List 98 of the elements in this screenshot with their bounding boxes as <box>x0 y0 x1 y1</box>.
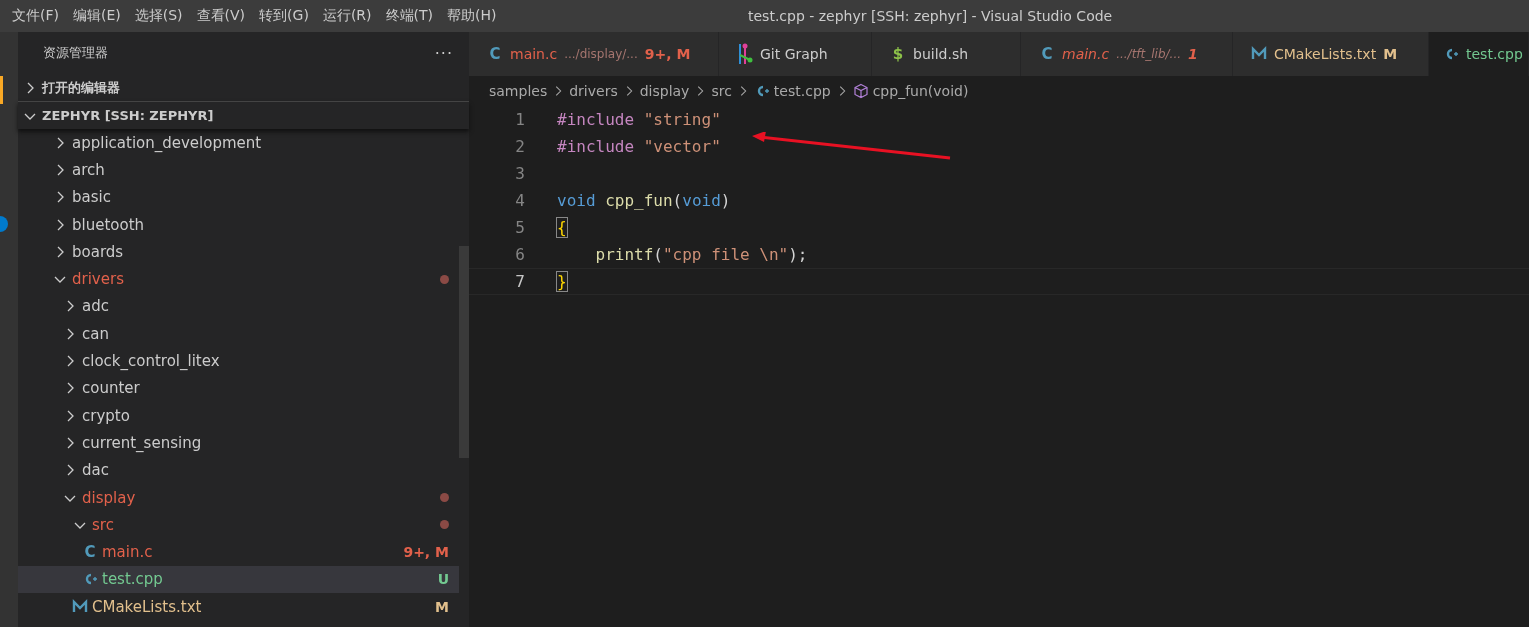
git-status-label: M <box>1383 46 1398 62</box>
file-name: src <box>92 515 114 534</box>
line-number: 4 <box>514 191 525 210</box>
file-name: current_sensing <box>82 433 202 452</box>
tree-item[interactable]: dac <box>18 456 459 484</box>
tab-label: Git Graph <box>760 46 828 62</box>
file-name: drivers <box>72 270 124 289</box>
breadcrumb-item[interactable]: src <box>711 83 732 99</box>
section-header[interactable]: ZEPHYR [SSH: ZEPHYR] <box>18 101 469 129</box>
code-line: printf("cpp file \n"); <box>594 245 808 264</box>
menu-item[interactable]: 查看(V) <box>196 7 246 25</box>
git-status-label: 9+, M <box>403 544 449 561</box>
file-name: can <box>82 324 109 343</box>
menu-item[interactable]: 运行(R) <box>322 7 372 25</box>
line-number: 7 <box>514 272 525 291</box>
sidebar-title: 资源管理器 <box>43 44 108 62</box>
section-header[interactable]: 打开的编辑器 <box>18 74 469 101</box>
breadcrumb-item[interactable]: cpp_fun(void) <box>872 83 969 99</box>
cube-icon <box>852 83 869 99</box>
file-name: main.c <box>102 543 153 562</box>
editor-tab[interactable]: $ build.sh <box>872 32 1021 76</box>
menu-item[interactable]: 转到(G) <box>259 7 309 25</box>
tree-item[interactable]: clock_control_litex <box>18 347 459 375</box>
window-title: test.cpp - zephyr [SSH: zephyr] - Visual Studio Code <box>748 8 1113 24</box>
menu-item[interactable]: 文件(F) <box>12 7 59 25</box>
tree-item[interactable]: C main.c 9+, M <box>18 538 459 566</box>
tree-item[interactable]: display <box>18 483 459 512</box>
c-file-icon: C <box>82 543 98 562</box>
code-line: } <box>557 272 567 291</box>
breadcrumb-item[interactable]: drivers <box>569 83 618 99</box>
editor-tab[interactable]: CMakeLists.txt M <box>1233 32 1429 76</box>
editor-tab[interactable]: C main.c .../tft_lib/... 1 <box>1021 32 1233 76</box>
tree-item[interactable]: crypto <box>18 401 459 430</box>
menu-item[interactable]: 终端(T) <box>385 7 433 25</box>
dollar-icon: $ <box>890 45 906 63</box>
line-number: 3 <box>514 164 525 183</box>
breadcrumb-item[interactable]: display <box>639 83 690 99</box>
editor-tab[interactable]: Git Graph <box>719 32 872 76</box>
tab-label: main.c <box>1062 46 1110 62</box>
line-number: 2 <box>514 137 525 156</box>
tab-path: .../tft_lib/... <box>1116 47 1182 61</box>
file-name: basic <box>72 188 111 207</box>
m-file-icon <box>72 598 88 615</box>
menu-item[interactable]: 编辑(E) <box>73 7 121 25</box>
file-name: clock_control_litex <box>82 352 220 370</box>
code-line: #include "vector" <box>557 137 721 156</box>
code-line: { <box>557 218 567 237</box>
menu-item[interactable]: 选择(S) <box>134 7 183 25</box>
tab-path: .../display/... <box>564 47 638 61</box>
git-status-label: 1 <box>1188 46 1198 62</box>
tree-item[interactable]: test.cpp U <box>18 565 459 594</box>
c-file-icon: C <box>1039 45 1055 63</box>
editor-tab[interactable]: C main.c .../display/... 9+, M <box>469 32 719 76</box>
file-name: application_development <box>72 133 262 152</box>
file-name: bluetooth <box>72 215 145 234</box>
menu-item[interactable]: 帮助(H) <box>447 7 497 25</box>
file-name: arch <box>72 160 105 179</box>
explorer-icon[interactable] <box>0 76 3 104</box>
tab-label: test.cpp <box>1466 46 1523 62</box>
code-line: #include "string" <box>557 110 721 129</box>
editor-tab[interactable]: test.cpp <box>1429 32 1529 76</box>
tree-item[interactable]: current_sensing <box>18 429 459 457</box>
git-status-label: 9+, M <box>644 46 691 62</box>
tab-label: build.sh <box>913 46 969 62</box>
file-name: crypto <box>82 406 130 425</box>
breadcrumb-item[interactable]: samples <box>489 83 548 99</box>
scrollbar[interactable] <box>459 246 469 458</box>
line-number: 6 <box>514 245 525 264</box>
file-name: boards <box>72 242 124 261</box>
tab-label: main.c <box>510 46 558 62</box>
file-name: CMakeLists.txt <box>92 597 202 616</box>
file-name: counter <box>82 379 140 398</box>
file-name: test.cpp <box>102 570 163 589</box>
tree-item[interactable]: bluetooth <box>18 210 459 239</box>
tree-item[interactable]: src <box>18 511 459 539</box>
m-file-icon <box>1251 46 1267 62</box>
tree-item[interactable]: arch <box>18 156 459 184</box>
line-number: 1 <box>514 110 525 129</box>
tree-item[interactable]: basic <box>18 183 459 211</box>
file-name: adc <box>82 297 109 316</box>
file-name: dac <box>82 461 109 480</box>
code-line: void cpp_fun(void) <box>557 191 731 210</box>
tree-item[interactable]: drivers <box>18 265 459 293</box>
tree-item[interactable]: CMakeLists.txt M <box>18 593 459 621</box>
line-number: 5 <box>514 218 525 237</box>
file-name: display <box>82 488 136 507</box>
tree-item[interactable]: counter <box>18 374 459 402</box>
tree-item[interactable]: adc <box>18 292 459 321</box>
more-actions-button[interactable]: ··· <box>434 43 453 63</box>
git-status-label: M <box>435 598 449 615</box>
tree-item[interactable]: can <box>18 320 459 348</box>
breadcrumb-item[interactable]: test.cpp <box>773 83 831 99</box>
tab-label: CMakeLists.txt <box>1274 46 1377 62</box>
tree-item[interactable]: boards <box>18 238 459 266</box>
c-file-icon: C <box>487 45 503 63</box>
git-status-label: U <box>437 571 449 588</box>
git-graph-icon <box>737 43 753 65</box>
tree-item[interactable]: application_development <box>18 129 459 157</box>
